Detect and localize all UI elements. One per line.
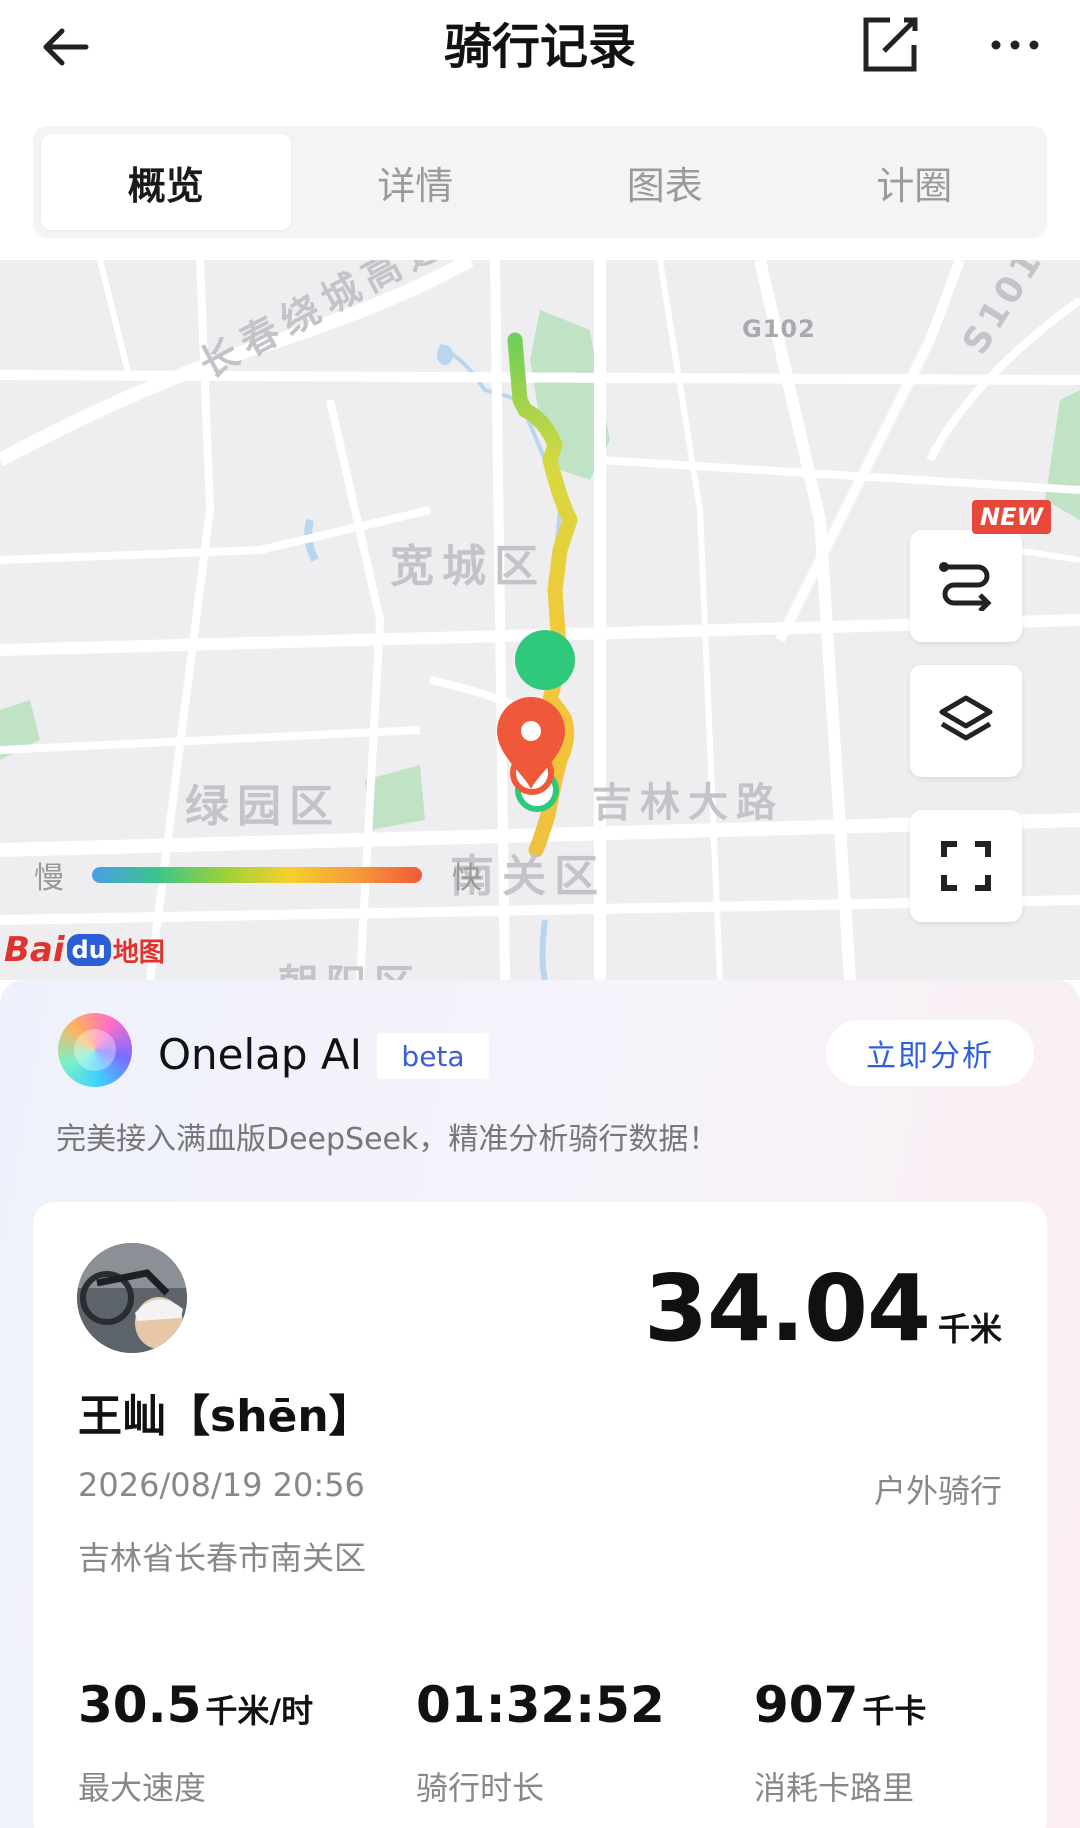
map-label-jilin-road: 吉林大路 — [592, 780, 784, 826]
more-button[interactable] — [975, 10, 1055, 80]
map-label-lvyuan: 绿园区 — [185, 781, 341, 832]
ride-location: 吉林省长春市南关区 — [78, 1539, 367, 1577]
ride-type: 户外骑行 — [873, 1472, 1002, 1510]
analyze-now-button[interactable]: 立即分析 — [826, 1020, 1034, 1086]
layers-icon — [939, 695, 993, 741]
onelap-ai-logo — [58, 1013, 132, 1087]
avatar[interactable] — [77, 1243, 187, 1353]
max-speed-value: 30.5 — [78, 1676, 202, 1734]
layers-button[interactable] — [910, 665, 1022, 777]
speed-fast-label: 快 — [452, 861, 482, 896]
ai-description: 完美接入满血版DeepSeek，精准分析骑行数据！ — [56, 1122, 719, 1157]
calories-value: 907 — [754, 1676, 859, 1734]
stat-max-speed: 30.5 千米/时 最大速度 — [78, 1675, 313, 1809]
stat-calories: 907 千卡 消耗卡路里 — [754, 1675, 926, 1809]
calories-label: 消耗卡路里 — [754, 1769, 915, 1807]
duration-value: 01:32:52 — [416, 1676, 665, 1734]
map-label-g102: G102 — [742, 315, 816, 343]
speed-legend: 慢 快 — [34, 850, 482, 900]
duration-label: 骑行时长 — [416, 1769, 545, 1807]
distance-value: 34.04 — [643, 1255, 931, 1362]
baidu-logo-du: du — [66, 934, 111, 966]
stat-duration: 01:32:52 骑行时长 — [416, 1675, 669, 1809]
baidu-logo-bai: Bai — [4, 930, 65, 970]
tab-laps[interactable]: 计圈 — [790, 134, 1040, 230]
fullscreen-icon — [941, 841, 991, 891]
map-label-kuancheng: 宽城区 — [390, 541, 546, 592]
ride-datetime: 2026/08/19 20:56 — [78, 1466, 365, 1504]
ai-name: Onelap AI — [158, 1030, 363, 1079]
tab-charts[interactable]: 图表 — [540, 134, 790, 230]
baidu-map-logo: Bai du 地图 — [4, 930, 165, 970]
top-bar: 骑行记录 — [0, 0, 1080, 120]
location-pin-icon — [497, 697, 565, 789]
beta-badge: beta — [377, 1033, 489, 1079]
ride-record-page: 骑行记录 概览 详情 图表 计圈 长春绕城高速 G102 S101 宽城区 绿园… — [0, 0, 1080, 1828]
edit-icon — [863, 17, 918, 72]
max-speed-unit: 千米/时 — [205, 1692, 314, 1730]
baidu-logo-suffix: 地图 — [112, 937, 165, 968]
calories-unit: 千卡 — [862, 1692, 927, 1730]
edit-button[interactable] — [855, 10, 925, 80]
route-button[interactable] — [910, 530, 1022, 642]
tab-bar: 概览 详情 图表 计圈 — [33, 126, 1047, 238]
speed-slow-label: 慢 — [34, 861, 64, 896]
tab-overview[interactable]: 概览 — [41, 134, 291, 230]
fullscreen-button[interactable] — [910, 810, 1022, 922]
rider-name: 王屾【shēn】 — [78, 1391, 373, 1442]
ride-distance: 34.04 千米 — [644, 1255, 1002, 1362]
more-icon — [991, 40, 1039, 50]
route-icon — [939, 562, 992, 611]
map-label-chaoyang: 朝阳区 — [278, 952, 422, 980]
avatar-image — [77, 1243, 187, 1353]
distance-unit: 千米 — [937, 1310, 1002, 1348]
speed-gradient-bar — [92, 867, 422, 883]
max-speed-label: 最大速度 — [78, 1769, 207, 1807]
new-badge: NEW — [972, 500, 1051, 534]
tab-details[interactable]: 详情 — [291, 134, 541, 230]
